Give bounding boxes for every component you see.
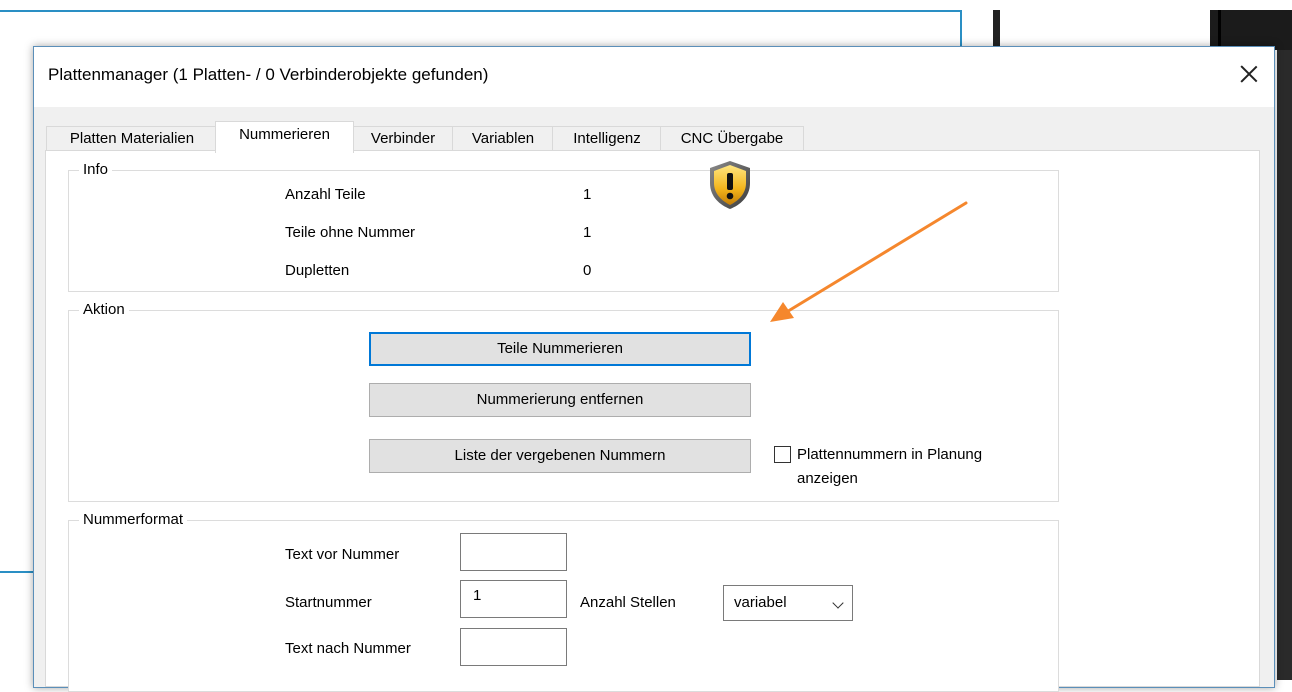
info-value-anzahl-teile: 1 (583, 186, 592, 203)
nummerformat-legend: Nummerformat (79, 511, 188, 528)
nummerierung-entfernen-button[interactable]: Nummerierung entfernen (369, 383, 751, 417)
checkbox-label-line1: Plattennummern in Planung (797, 446, 983, 463)
text-nach-nummer-input[interactable] (460, 628, 567, 666)
warning-shield-icon (710, 161, 750, 209)
text-vor-nummer-label: Text vor Nummer (285, 546, 400, 563)
anzahl-stellen-label: Anzahl Stellen (580, 594, 676, 611)
checkbox-label-line2: anzeigen (797, 470, 858, 487)
info-label-dupletten: Dupletten (285, 262, 350, 279)
anzahl-stellen-select[interactable]: variabel (723, 585, 853, 621)
liste-vergebene-nummern-button[interactable]: Liste der vergebenen Nummern (369, 439, 751, 473)
info-label-teile-ohne-nummer: Teile ohne Nummer (285, 224, 416, 241)
startnummer-label: Startnummer (285, 594, 372, 611)
aktion-legend: Aktion (79, 301, 129, 318)
anzahl-stellen-value: variabel (734, 594, 787, 611)
plattennummern-anzeigen-checkbox[interactable] (774, 446, 791, 463)
text-vor-nummer-input[interactable] (460, 533, 567, 571)
chevron-down-icon (832, 597, 844, 609)
info-label-anzahl-teile: Anzahl Teile (285, 186, 366, 203)
text-nach-nummer-label: Text nach Nummer (285, 640, 411, 657)
info-group: Info (68, 161, 1059, 292)
info-legend: Info (79, 161, 113, 178)
info-value-dupletten: 0 (583, 262, 592, 279)
info-value-teile-ohne-nummer: 1 (583, 224, 592, 241)
tab-panel-layer: Info Anzahl Teile 1 Teile ohne Nummer 1 … (0, 0, 1292, 692)
tab-nummerieren[interactable]: Nummerieren (215, 121, 354, 153)
startnummer-input[interactable]: 1 (460, 580, 567, 618)
teile-nummerieren-button[interactable]: Teile Nummerieren (369, 332, 751, 366)
